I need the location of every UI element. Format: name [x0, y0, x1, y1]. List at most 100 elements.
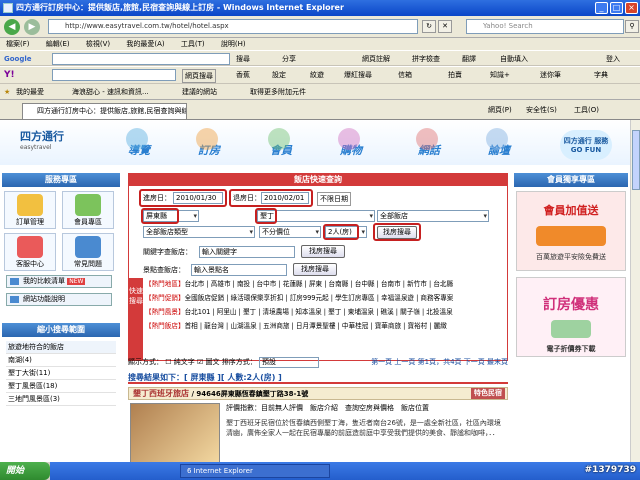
page-menu[interactable]: 網頁(P) — [488, 104, 512, 116]
nav-guide[interactable]: 導覽 — [126, 128, 150, 158]
google-autofill-button[interactable]: 自動填入 — [500, 53, 528, 65]
yahoo-answers-button[interactable]: 知識+ — [490, 69, 510, 81]
maximize-icon[interactable]: □ — [610, 2, 623, 14]
keyword-search-button[interactable]: 找房搜尋 — [301, 245, 345, 258]
google-notes-button[interactable]: 網頁註解 — [362, 53, 390, 65]
back-icon[interactable]: ◀ — [4, 19, 20, 35]
hot-text[interactable]: 台北101 | 阿里山 | 墾丁 | 清境農場 | 知本溫泉 | 墾丁 | 東埔… — [185, 308, 453, 316]
service-label: 客服中心 — [16, 260, 44, 268]
people-highlight — [323, 224, 359, 240]
display-image-option[interactable]: ☑ 圖文 — [197, 358, 220, 366]
fav-link-1[interactable]: 海浪甜心 - 速訊和資訊... — [72, 86, 149, 98]
yahoo-web-search-button[interactable]: 網頁搜尋 — [182, 69, 216, 83]
list-item[interactable]: 墾丁大街(11) — [6, 367, 116, 380]
hot-text[interactable]: 全國飯店促銷 | 綠活環保樂享折扣 | 訂房999元起 | 學生訂房專區 | 幸… — [185, 294, 454, 302]
search-input[interactable]: Yahoo! Search — [466, 19, 624, 34]
faq-button[interactable]: 常見問題 — [62, 233, 114, 271]
hot-row[interactable]: 【熱門促銷】全國飯店促銷 | 綠活環保樂享折扣 | 訂房999元起 | 學生訂房… — [145, 292, 505, 305]
yahoo-auction-button[interactable]: 拍賣 — [448, 69, 462, 81]
order-icon — [17, 194, 43, 216]
list-item[interactable]: 旅遊地符合的飯店 — [6, 341, 116, 354]
yahoo-settings-button[interactable]: 設定 — [272, 69, 286, 81]
sort-select[interactable]: 預設 — [258, 356, 319, 368]
yahoo-buzz-button[interactable]: 爆紅搜尋 — [344, 69, 372, 81]
display-text-option[interactable]: ☐ 純文字 — [165, 358, 195, 366]
forward-icon[interactable]: ▶ — [24, 19, 40, 35]
pager[interactable]: 第一頁 上一頁 第1頁，共4頁 下一頁 最末頁 — [371, 355, 508, 369]
nav-booking[interactable]: 訂房 — [196, 128, 220, 158]
tab-bar: 四方通行訂房中心：提供飯店,旅館,民宿查詢與線... 網頁(P) 安全性(S) … — [0, 100, 640, 120]
member-bonus-ad[interactable]: 會員加值送 百萬旅遊平安險免費送 — [516, 191, 626, 271]
taskbar-ie-item[interactable]: 6 Internet Explorer — [180, 464, 330, 478]
bubble-icon — [196, 128, 218, 150]
nav-blog[interactable]: 網話 — [416, 128, 440, 158]
google-spell-button[interactable]: 拼字檢查 — [412, 53, 440, 65]
tab-active[interactable]: 四方通行訂房中心：提供飯店,旅館,民宿查詢與線... — [22, 103, 187, 119]
hot-text[interactable]: 台北市 | 高雄市 | 南投 | 台中市 | 花蓮縣 | 屏東 | 台南縣 | … — [185, 280, 454, 288]
scroll-thumb[interactable] — [632, 130, 640, 190]
fav-link-2[interactable]: 建議的網站 — [182, 86, 217, 98]
google-share-button[interactable]: 分享 — [282, 53, 296, 65]
order-manage-button[interactable]: 訂單管理 — [4, 191, 56, 229]
yahoo-dictionary-button[interactable]: 字典 — [594, 69, 608, 81]
area-title: 縮小搜尋範圍 — [2, 323, 120, 337]
tools-menu[interactable]: 工具(O) — [574, 104, 599, 116]
nav-shopping[interactable]: 購物 — [338, 128, 362, 158]
list-item[interactable]: 墾丁風景區(18) — [6, 380, 116, 393]
yahoo-banana-button[interactable]: 香蕉 — [236, 69, 250, 81]
booking-deal-ad[interactable]: 訂房優惠 電子折價券下載 — [516, 277, 626, 357]
menu-tools[interactable]: 工具(T) — [181, 40, 205, 48]
nav-member[interactable]: 會員 — [268, 128, 292, 158]
yahoo-search-input[interactable] — [52, 69, 176, 81]
service-center-button[interactable]: 客服中心 — [4, 233, 56, 271]
list-item[interactable]: 南湖(4) — [6, 354, 116, 367]
favorites-button[interactable]: 我的最愛 — [16, 86, 44, 98]
hot-row[interactable]: 【熱門飯店】首相 | 龍台灣 | 山湖溫泉 | 五洲商旅 | 日月潭景聖樓 | … — [145, 320, 505, 333]
fav-link-3[interactable]: 取得更多附加元件 — [250, 86, 306, 98]
hotel-filter-select[interactable]: 全部飯店 — [377, 210, 489, 222]
menu-help[interactable]: 說明(H) — [221, 40, 246, 48]
safety-menu[interactable]: 安全性(S) — [526, 104, 557, 116]
hotel-name[interactable]: 墾丁西班牙旅店 — [133, 389, 189, 398]
scene-input[interactable]: 輸入景點名 — [191, 264, 287, 276]
hot-text[interactable]: 首相 | 龍台灣 | 山湖溫泉 | 五洲商旅 | 日月潭景聖樓 | 中華桂冠 |… — [185, 322, 447, 330]
no-date-button[interactable]: 不限日期 — [317, 192, 351, 206]
price-select[interactable]: 不分價位 — [259, 226, 321, 238]
search-go-icon[interactable]: ⚲ — [625, 20, 639, 33]
menu-file[interactable]: 檔案(F) — [6, 40, 30, 48]
favorites-star-icon[interactable]: ★ — [4, 86, 10, 98]
vertical-scrollbar[interactable] — [630, 120, 640, 462]
yahoo-logo: Y! — [4, 70, 15, 80]
google-translate-button[interactable]: 翻譯 — [462, 53, 476, 65]
yahoo-travel-button[interactable]: 紋遊 — [310, 69, 324, 81]
menu-edit[interactable]: 編輯(E) — [46, 40, 70, 48]
keyword-input[interactable]: 輸入關鍵字 — [199, 246, 295, 258]
yahoo-mail-button[interactable]: 信箱 — [398, 69, 412, 81]
menu-favorites[interactable]: 我的最愛(A) — [126, 40, 164, 48]
close-icon[interactable]: × — [625, 2, 638, 14]
address-input[interactable]: http://www.easytravel.com.tw/hotel/hotel… — [48, 19, 418, 34]
refresh-icon[interactable]: ↻ — [422, 20, 436, 33]
menu-view[interactable]: 檢視(V) — [86, 40, 110, 48]
google-search-button[interactable]: 搜尋 — [236, 53, 250, 65]
scene-search-button[interactable]: 找房搜尋 — [293, 263, 337, 276]
site-logo[interactable]: 四方通行 easytravel — [20, 128, 70, 158]
site-guide-button[interactable]: 網站功能說明 — [6, 293, 112, 306]
compare-list-button[interactable]: 我的比較清單 NEW — [6, 275, 112, 288]
gofun-badge[interactable]: 四方通行 服務GO FUN — [560, 130, 612, 160]
hot-row[interactable]: 【熱門地區】台北市 | 高雄市 | 南投 | 台中市 | 花蓮縣 | 屏東 | … — [145, 278, 505, 291]
hotel-links[interactable]: 評價指數：目前無人評價 飯店介紹 查詢空房與價格 飯店位置 — [226, 403, 429, 414]
yahoo-mini-button[interactable]: 迷你筆 — [540, 69, 561, 81]
hot-row[interactable]: 【熱門風景】台北101 | 阿里山 | 墾丁 | 清境農場 | 知本溫泉 | 墾… — [145, 306, 505, 319]
google-search-input[interactable] — [52, 53, 230, 65]
hotel-type-select[interactable]: 全部飯店類型 — [143, 226, 255, 238]
hotel-photo[interactable] — [130, 403, 220, 462]
member-area-button[interactable]: 會員專區 — [62, 191, 114, 229]
display-text-label: 純文字 — [173, 358, 195, 366]
start-button[interactable]: 開始 — [0, 462, 50, 480]
google-login-button[interactable]: 登入 — [606, 53, 620, 65]
minimize-icon[interactable]: _ — [595, 2, 608, 14]
list-item[interactable]: 三地門風景區(3) — [6, 393, 116, 406]
stop-icon[interactable]: ✕ — [438, 20, 452, 33]
nav-forum[interactable]: 論壇 — [486, 128, 510, 158]
